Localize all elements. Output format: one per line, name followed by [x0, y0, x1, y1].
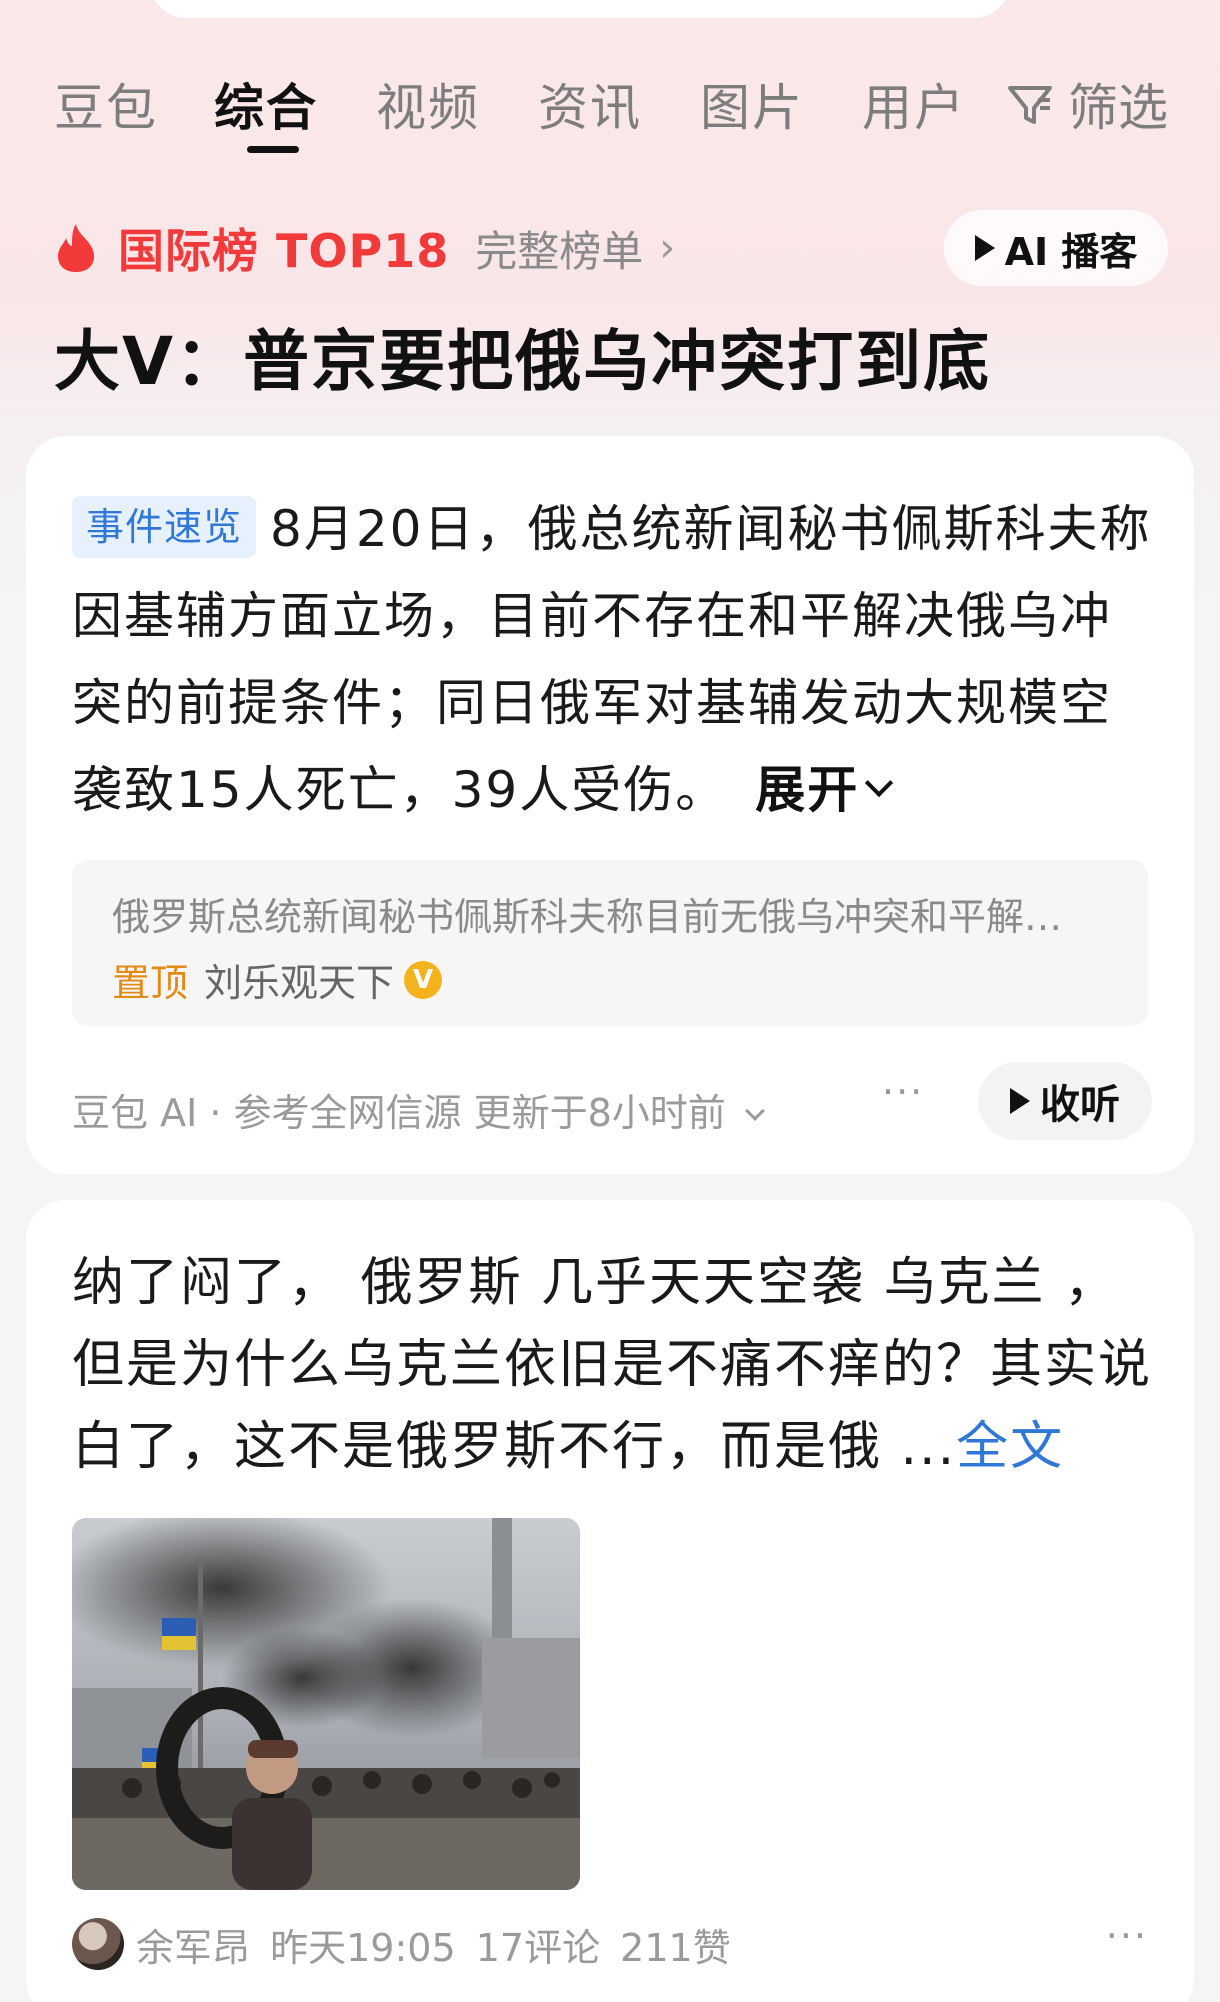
tab-news[interactable]: 资讯	[538, 68, 642, 140]
filter-button[interactable]: 筛选	[1004, 68, 1168, 140]
tab-images[interactable]: 图片	[700, 68, 804, 140]
tab-all[interactable]: 综合	[214, 68, 318, 140]
hot-list-row[interactable]: 国际榜 TOP18 完整榜单 ›	[54, 218, 675, 278]
source-author: 刘乐观天下	[204, 961, 395, 1005]
chevron-right-icon: ›	[659, 225, 676, 271]
chevron-down-icon	[744, 1101, 765, 1121]
chevron-down-icon	[865, 768, 894, 798]
expand-label: 展开	[755, 761, 860, 819]
like-count[interactable]: 211赞	[620, 1926, 731, 1970]
source-text: 豆包 AI · 参考全网信源 更新于8小时前	[72, 1091, 726, 1135]
more-options-icon[interactable]: ···	[882, 1070, 924, 1114]
post-author[interactable]: 余军昂	[136, 1926, 250, 1970]
ai-podcast-button[interactable]: AI 播客	[944, 210, 1168, 286]
tab-doubao[interactable]: 豆包	[54, 68, 158, 140]
tab-video[interactable]: 视频	[376, 68, 480, 140]
search-bar-edge	[150, 0, 1010, 18]
source-info[interactable]: 豆包 AI · 参考全网信源 更新于8小时前	[72, 1082, 765, 1137]
summary-paragraph: 事件速览 8月20日，俄总统新闻秘书佩斯科夫称因基辅方面立场，目前不存在和平解决俄…	[72, 486, 1152, 834]
comment-count[interactable]: 17评论	[476, 1926, 600, 1970]
post-footer: 余军昂 昨天19:05 17评论 211赞 ···	[72, 1914, 1152, 1974]
pinned-source-card[interactable]: 俄罗斯总统新闻秘书佩斯科夫称目前无俄乌冲突和平解… 置顶 刘乐观天下 V	[72, 860, 1148, 1026]
more-options-icon[interactable]: ···	[1106, 1914, 1148, 1958]
post-paragraph: 纳了闷了， 俄罗斯 几乎天天空袭 乌克兰 ，但是为什么乌克兰依旧是不痛不痒的？其…	[72, 1242, 1162, 1488]
hot-list-title: 国际榜 TOP18	[118, 224, 450, 278]
post-image[interactable]	[72, 1518, 580, 1890]
play-icon	[974, 235, 995, 261]
event-badge: 事件速览	[72, 496, 257, 558]
filter-icon	[1008, 86, 1052, 124]
avatar[interactable]	[72, 1918, 124, 1970]
page-title: 大V：普京要把俄乌冲突打到底	[54, 323, 992, 400]
active-tab-indicator	[247, 146, 299, 153]
summary-footer: 豆包 AI · 参考全网信源 更新于8小时前 ··· 收听	[72, 1062, 1152, 1142]
listen-button[interactable]: 收听	[978, 1062, 1152, 1140]
filter-label: 筛选	[1068, 79, 1168, 137]
pinned-source-meta: 置顶 刘乐观天下 V	[112, 952, 443, 1007]
event-summary-card: 事件速览 8月20日，俄总统新闻秘书佩斯科夫称因基辅方面立场，目前不存在和平解决俄…	[26, 436, 1194, 1174]
post-meta: 余军昂 昨天19:05 17评论 211赞	[136, 1917, 731, 1972]
listen-label: 收听	[1040, 1082, 1120, 1128]
post-card[interactable]: 纳了闷了， 俄罗斯 几乎天天空袭 乌克兰 ，但是为什么乌克兰依旧是不痛不痒的？其…	[26, 1200, 1194, 2002]
pinned-label: 置顶	[112, 961, 189, 1005]
play-icon	[1010, 1088, 1030, 1114]
verified-icon: V	[404, 960, 443, 999]
post-time: 昨天19:05	[270, 1925, 456, 1970]
expand-button[interactable]: 展开	[755, 761, 894, 819]
flame-icon	[58, 224, 94, 272]
pinned-source-text: 俄罗斯总统新闻秘书佩斯科夫称目前无俄乌冲突和平解…	[112, 895, 1063, 939]
full-list-link[interactable]: 完整榜单	[475, 218, 643, 279]
full-text-link[interactable]: 全文	[956, 1417, 1064, 1477]
tab-users[interactable]: 用户	[862, 68, 966, 140]
ai-podcast-label: AI 播客	[1004, 229, 1138, 274]
